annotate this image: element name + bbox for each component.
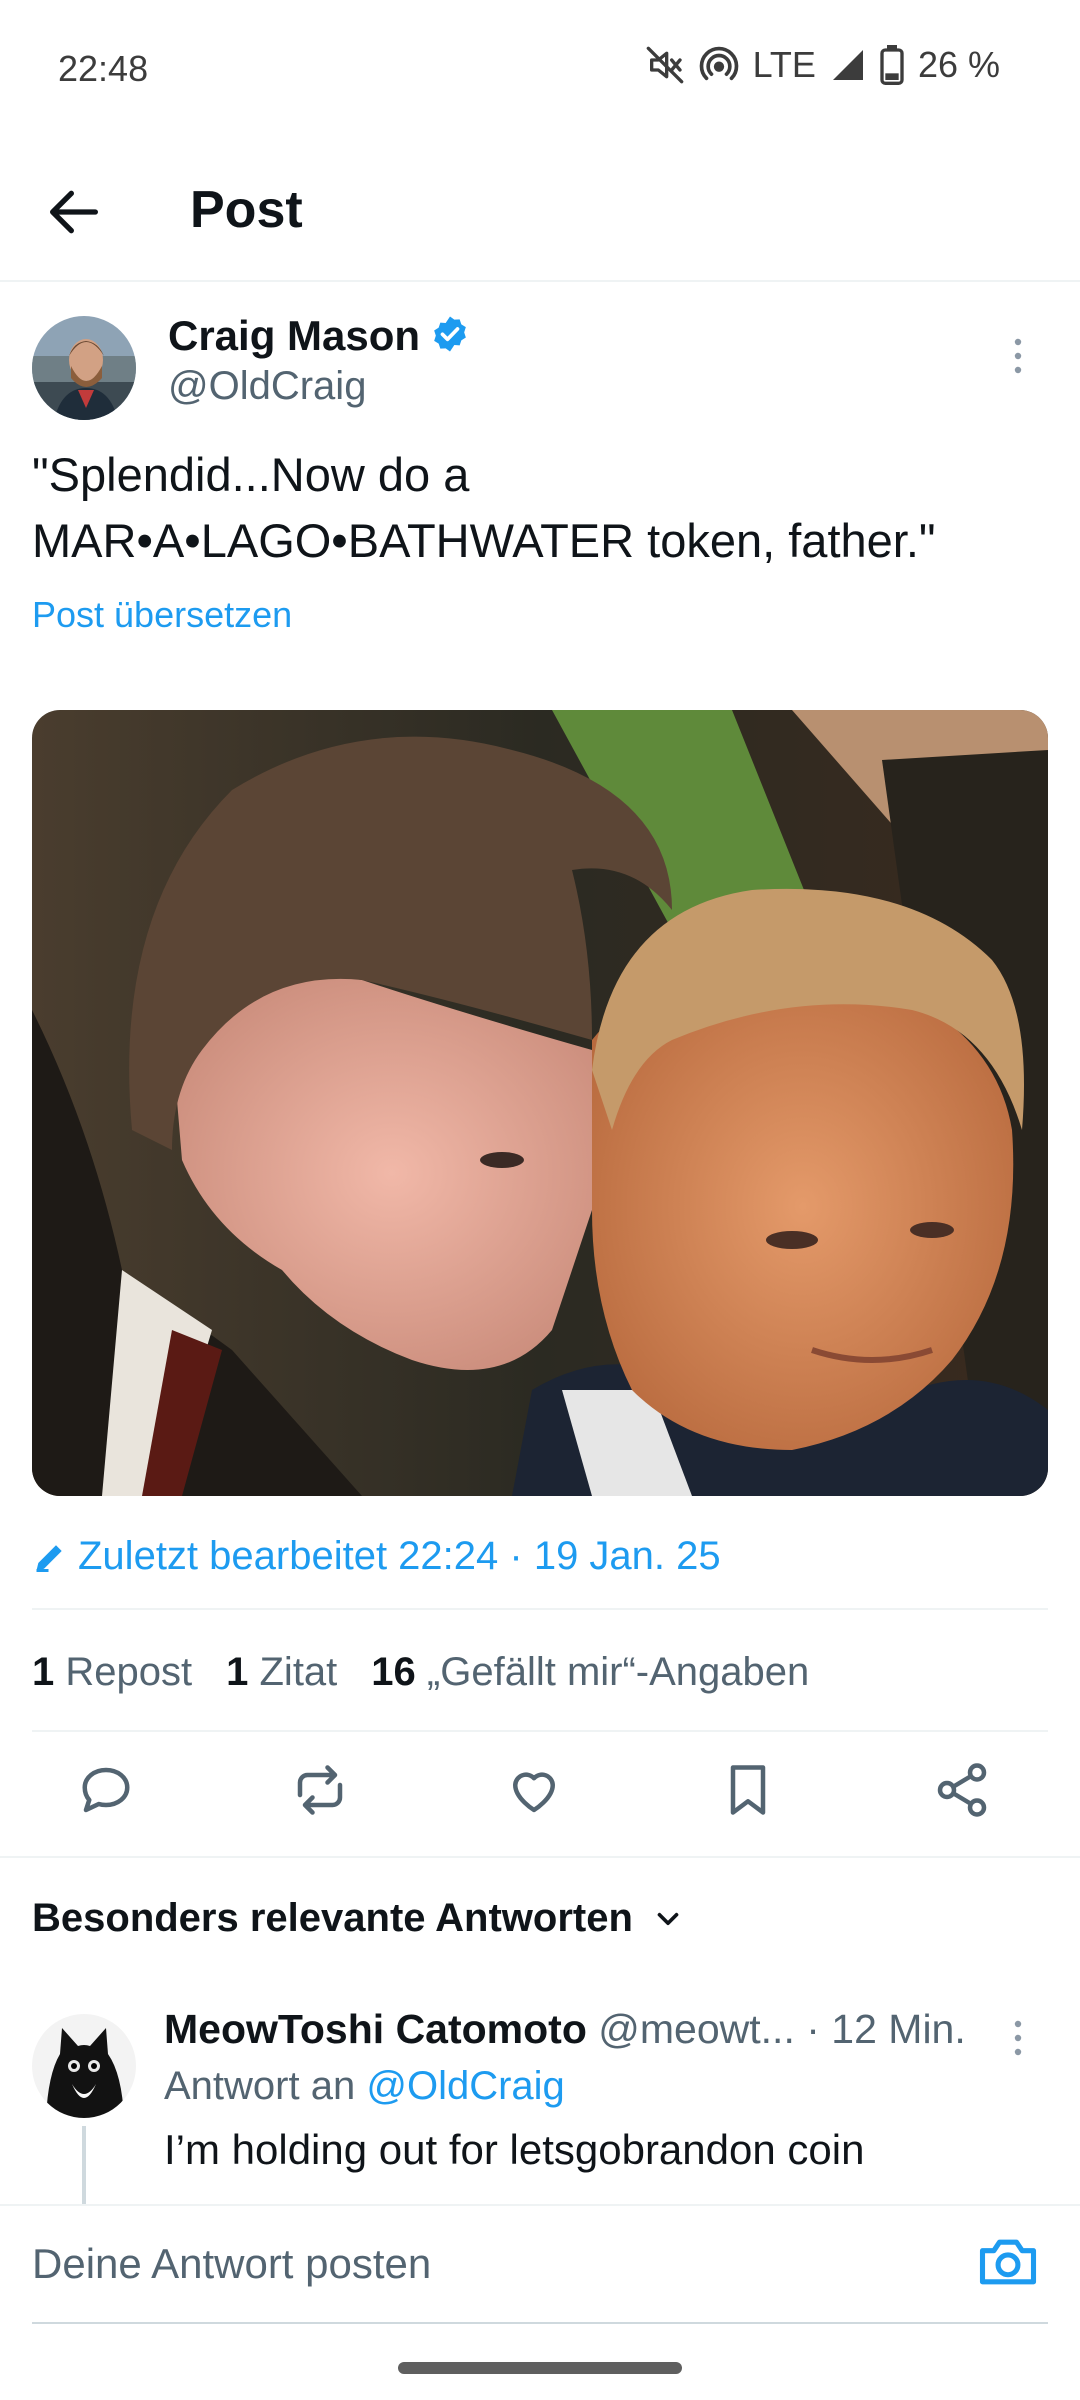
reply-header: MeowToshi Catomoto @meowt... · 12 Min. xyxy=(164,2006,966,2053)
status-time: 22:48 xyxy=(58,48,149,89)
battery-icon xyxy=(880,45,904,85)
share-button[interactable] xyxy=(932,1760,992,1820)
bookmark-button[interactable] xyxy=(718,1760,778,1820)
like-button[interactable] xyxy=(504,1760,564,1820)
pencil-icon xyxy=(36,1544,62,1572)
camera-button[interactable] xyxy=(974,2228,1042,2296)
reply-more-button[interactable] xyxy=(1008,2018,1028,2058)
chevron-down-icon xyxy=(657,1912,679,1925)
likes-count: 16 xyxy=(371,1650,416,1694)
likes-stat[interactable]: 16 „Gefällt mir“-Angaben xyxy=(371,1650,809,1695)
composer-underline xyxy=(32,2322,1048,2324)
verified-badge-icon xyxy=(430,314,470,359)
divider xyxy=(32,1608,1048,1610)
quotes-count: 1 xyxy=(226,1650,249,1694)
reply-to-handle[interactable]: @OldCraig xyxy=(366,2064,564,2108)
share-icon xyxy=(937,1763,987,1817)
hotspot-icon xyxy=(699,45,739,85)
thread-line xyxy=(82,2126,86,2206)
back-button[interactable] xyxy=(42,180,106,244)
edited-info[interactable]: Zuletzt bearbeitet 22:24 · 19 Jan. 25 xyxy=(32,1534,721,1579)
post-image[interactable] xyxy=(32,710,1048,1496)
reply-to-prefix: Antwort an xyxy=(164,2064,356,2108)
top-bar: Post xyxy=(0,150,1080,282)
repost-button[interactable] xyxy=(290,1760,350,1820)
network-label: LTE xyxy=(752,44,816,85)
post-stats: 1 Repost 1 Zitat 16 „Gefällt mir“-Angabe… xyxy=(32,1650,809,1695)
like-icon xyxy=(513,1772,555,1813)
signal-icon xyxy=(830,47,866,83)
quotes-label: Zitat xyxy=(259,1650,338,1694)
post-author[interactable]: Craig Mason @OldCraig xyxy=(168,312,470,409)
section-divider xyxy=(0,1856,1080,1858)
home-indicator[interactable] xyxy=(398,2362,682,2374)
reply-time: · 12 Min. xyxy=(806,2006,966,2052)
status-icons: LTE 26 % xyxy=(645,44,1000,86)
edited-label[interactable]: Zuletzt bearbeitet 22:24 · 19 Jan. 25 xyxy=(78,1534,721,1579)
post-text: "Splendid...Now do a MAR•A•LAGO•BATHWATE… xyxy=(32,448,936,567)
mute-icon xyxy=(645,45,685,85)
reposts-count: 1 xyxy=(32,1650,55,1694)
reply-icon xyxy=(82,1767,130,1813)
reply-input[interactable]: Deine Antwort posten xyxy=(32,2240,431,2288)
bookmark-icon xyxy=(730,1765,766,1815)
reply-author-name[interactable]: MeowToshi Catomoto xyxy=(164,2006,587,2052)
reply-avatar[interactable] xyxy=(32,2014,136,2118)
author-avatar[interactable] xyxy=(32,316,136,420)
repost-icon xyxy=(297,1765,343,1815)
divider xyxy=(32,1730,1048,1732)
arrow-left-icon xyxy=(50,190,98,234)
status-bar: 22:48 LTE 26 % xyxy=(0,0,1080,130)
camera-icon xyxy=(979,2239,1037,2285)
author-handle[interactable]: @OldCraig xyxy=(168,364,470,409)
post-action-bar xyxy=(0,1760,1080,1840)
reposts-stat[interactable]: 1 Repost xyxy=(32,1650,192,1695)
reposts-label: Repost xyxy=(65,1650,193,1694)
author-name[interactable]: Craig Mason xyxy=(168,312,420,360)
reply-sort-dropdown[interactable]: Besonders relevante Antworten xyxy=(32,1896,685,1941)
likes-label: „Gefällt mir“-Angaben xyxy=(426,1650,810,1694)
reply-button[interactable] xyxy=(76,1760,136,1820)
reply-text: I’m holding out for letsgobrandon coin xyxy=(164,2126,865,2173)
reply-to-line: Antwort an @OldCraig xyxy=(164,2064,565,2109)
page-title: Post xyxy=(190,181,303,239)
more-vertical-icon xyxy=(1014,2020,1022,2056)
more-vertical-icon xyxy=(1014,338,1022,374)
reply-composer: Deine Antwort posten xyxy=(0,2204,1080,2324)
post-more-button[interactable] xyxy=(1008,336,1028,376)
battery-label: 26 % xyxy=(917,44,1000,85)
translate-link[interactable]: Post übersetzen xyxy=(32,594,292,636)
quotes-stat[interactable]: 1 Zitat xyxy=(226,1650,337,1695)
reply-author-handle[interactable]: @meowt... xyxy=(598,2006,795,2052)
reply-sort-label[interactable]: Besonders relevante Antworten xyxy=(32,1896,633,1941)
